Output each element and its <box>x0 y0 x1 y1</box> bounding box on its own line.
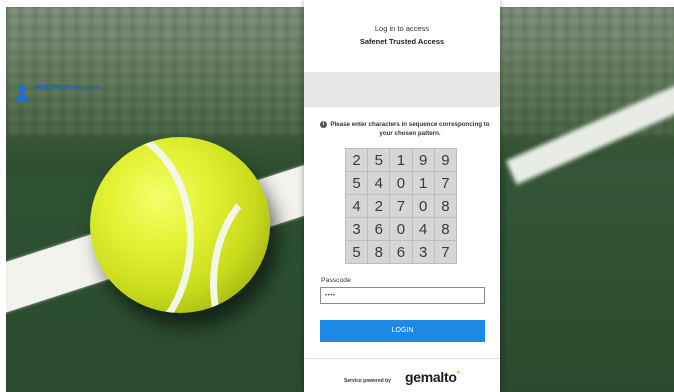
grid-row: 36048 <box>344 217 458 241</box>
user-icon <box>16 85 28 102</box>
header-subtitle: Log in to access <box>374 24 430 33</box>
grid-cell: 5 <box>367 148 391 172</box>
tennis-ball <box>90 137 270 313</box>
grid-cell: 5 <box>344 171 369 195</box>
grid-cell: 7 <box>389 194 413 218</box>
grid-row: 58637 <box>344 240 458 264</box>
grid-cell: 6 <box>389 240 413 264</box>
ball-seam <box>90 137 194 313</box>
grid-cell: 0 <box>389 217 413 241</box>
background-court-right <box>506 157 674 392</box>
grid-cell: 1 <box>389 148 413 172</box>
instruction-text: Please enter characters in sequence corr… <box>330 121 490 137</box>
pattern-grid: 2519954017427083604858637 <box>344 148 458 264</box>
login-button[interactable]: LOGIN <box>320 320 485 342</box>
brand-dot: ° <box>456 369 461 379</box>
grid-cell: 4 <box>344 194 369 218</box>
grid-cell: 9 <box>411 148 435 172</box>
grid-cell: 0 <box>411 194 435 218</box>
grid-row: 25199 <box>344 148 458 172</box>
grid-cell: 0 <box>389 171 413 195</box>
grid-cell: 1 <box>411 171 435 195</box>
grid-cell: 2 <box>367 194 391 218</box>
passcode-input[interactable]: •••• <box>320 287 485 304</box>
grid-cell: 4 <box>411 217 435 241</box>
info-icon: i <box>320 121 327 128</box>
grid-row: 42708 <box>344 194 458 218</box>
grid-cell: 7 <box>433 171 458 195</box>
grid-cell: 5 <box>344 240 369 264</box>
grid-cell: 8 <box>367 240 391 264</box>
footer-divider <box>304 358 500 359</box>
grid-cell: 4 <box>367 171 391 195</box>
user-bar <box>304 72 500 107</box>
grid-row: 54017 <box>344 171 458 195</box>
login-screen: Log in to access Safenet Trusted Access … <box>0 0 674 392</box>
brand-name: gemalto <box>405 369 457 385</box>
grid-cell: 8 <box>433 217 458 241</box>
grid-cell: 3 <box>344 217 369 241</box>
ball-seam <box>210 177 270 313</box>
grid-cell: 6 <box>367 217 391 241</box>
passcode-label: Passcode <box>321 277 351 284</box>
gemalto-logo: gemalto° <box>405 369 460 385</box>
grid-cell: 9 <box>433 148 458 172</box>
panel-header: Log in to access Safenet Trusted Access <box>304 0 500 72</box>
grid-cell: 3 <box>411 240 435 264</box>
header-title: Safenet Trusted Access <box>359 37 445 46</box>
service-powered-by-text: Service powered by <box>344 378 391 384</box>
user-email-link[interactable]: east@trustseb.com <box>34 84 99 91</box>
grid-cell: 2 <box>344 148 369 172</box>
grid-cell: 7 <box>433 240 458 264</box>
grid-cell: 8 <box>433 194 458 218</box>
